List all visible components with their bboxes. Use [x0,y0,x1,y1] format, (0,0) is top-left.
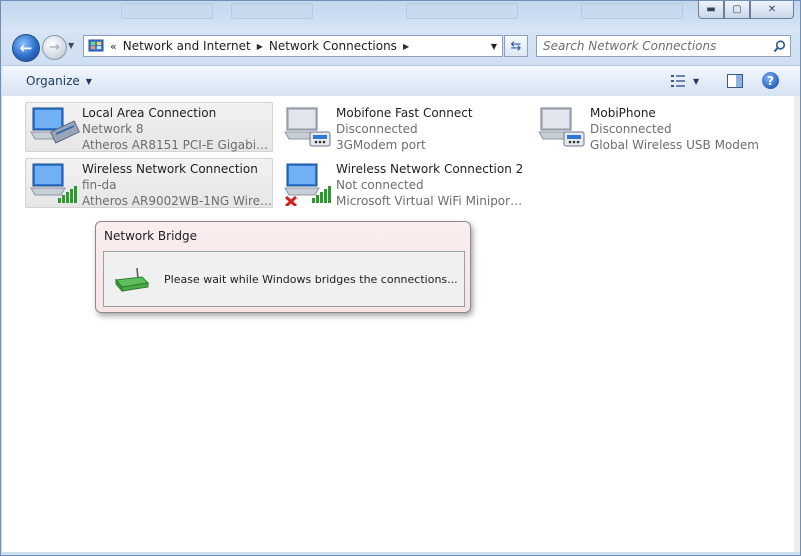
wired-network-icon [30,107,80,144]
search-box[interactable] [536,35,791,57]
view-details-icon [671,75,685,87]
chevron-down-icon: ▼ [85,76,92,86]
refresh-icon: ⇆ [510,38,522,54]
wireless-signal-icon [30,163,77,203]
explorer-window: ▬ ▢ ✕ ← → ▼ « Network and Internet ▶ Net… [0,0,801,556]
address-dropdown-button[interactable]: ▼ [486,36,502,56]
connection-status: Disconnected [336,122,418,136]
refresh-button[interactable]: ⇆ [504,35,528,57]
connection-name: Wireless Network Connection 2 [336,162,524,176]
breadcrumb-network-and-internet[interactable]: Network and Internet [119,39,255,53]
control-panel-icon [88,39,104,52]
breadcrumb-network-connections[interactable]: Network Connections [265,39,401,53]
connection-item-wireless[interactable]: Wireless Network Connection fin-da Ather… [25,158,273,208]
network-bridge-dialog[interactable]: Network Bridge Please wait while Windows… [95,221,471,313]
address-bar[interactable]: « Network and Internet ▶ Network Connect… [83,35,503,57]
connection-status: fin-da [82,178,117,192]
connection-text: Wireless Network Connection 2 Not connec… [336,161,526,209]
forward-button[interactable]: → [42,35,67,60]
search-icon [773,39,785,52]
organize-button[interactable]: Organize ▼ [22,72,96,90]
close-button[interactable]: ✕ [750,1,794,19]
help-icon: ? [767,73,774,88]
modem-icon [284,107,331,147]
background-window-ghost [231,3,313,19]
connection-name: Wireless Network Connection [82,162,258,176]
forward-arrow-icon: → [49,40,60,55]
recent-pages-dropdown[interactable]: ▼ [68,41,74,50]
breadcrumb-overflow-chevron[interactable]: « [108,40,119,53]
network-bridge-icon [115,267,150,293]
connection-status: Disconnected [590,122,672,136]
breadcrumb-separator-icon[interactable]: ▶ [401,42,411,51]
connection-item-wireless-2[interactable]: Wireless Network Connection 2 Not connec… [279,158,527,208]
background-window-ghost [581,3,683,19]
organize-label: Organize [26,74,80,88]
minimize-button[interactable]: ▬ [698,1,724,19]
connections-list[interactable]: Local Area Connection Network 8 Atheros … [2,96,794,552]
connection-name: Local Area Connection [82,106,217,120]
connection-name: MobiPhone [590,106,656,120]
connection-text: Local Area Connection Network 8 Atheros … [82,105,272,153]
back-button[interactable]: ← [12,34,40,62]
preview-pane-icon[interactable] [726,72,744,90]
breadcrumb-separator-icon[interactable]: ▶ [255,42,265,51]
connection-name: Mobifone Fast Connect [336,106,473,120]
vertical-scrollbar[interactable] [794,96,800,552]
connection-text: Wireless Network Connection fin-da Ather… [82,161,272,209]
background-window-ghost [121,3,213,19]
connection-status: Network 8 [82,122,144,136]
connection-device: Atheros AR8151 PCI-E Gigabit Eth... [82,138,272,152]
search-input[interactable] [537,38,768,54]
caption-buttons: ▬ ▢ ✕ [698,1,794,21]
connection-device: 3GModem port [336,138,426,152]
search-button[interactable] [768,39,790,53]
modem-icon [538,107,585,147]
navigation-bar: ← → ▼ « Network and Internet ▶ Network C… [1,31,801,63]
connection-item-mobiphone[interactable]: MobiPhone Disconnected Global Wireless U… [533,102,781,152]
connection-device: Atheros AR9002WB-1NG Wireless ... [82,194,272,208]
connection-item-mobifone[interactable]: Mobifone Fast Connect Disconnected 3GMod… [279,102,527,152]
help-button[interactable]: ? [762,72,779,89]
background-window-ghost [406,3,518,19]
connection-text: MobiPhone Disconnected Global Wireless U… [590,105,780,153]
connection-device: Microsoft Virtual WiFi Miniport A... [336,194,526,208]
connection-text: Mobifone Fast Connect Disconnected 3GMod… [336,105,526,153]
connection-device: Global Wireless USB Modem [590,138,759,152]
change-view-button[interactable]: ▼ [670,71,699,91]
wireless-disconnected-icon [284,163,331,206]
chevron-down-icon: ▼ [693,76,700,86]
dialog-body: Please wait while Windows bridges the co… [103,251,465,307]
maximize-button[interactable]: ▢ [724,1,750,19]
dialog-message: Please wait while Windows bridges the co… [164,273,458,286]
command-bar: Organize ▼ ▼ ? [2,65,800,97]
back-arrow-icon: ← [19,39,33,57]
title-bar[interactable] [1,1,691,23]
connection-item-local-area[interactable]: Local Area Connection Network 8 Atheros … [25,102,273,152]
dialog-title: Network Bridge [104,229,198,243]
connection-status: Not connected [336,178,424,192]
